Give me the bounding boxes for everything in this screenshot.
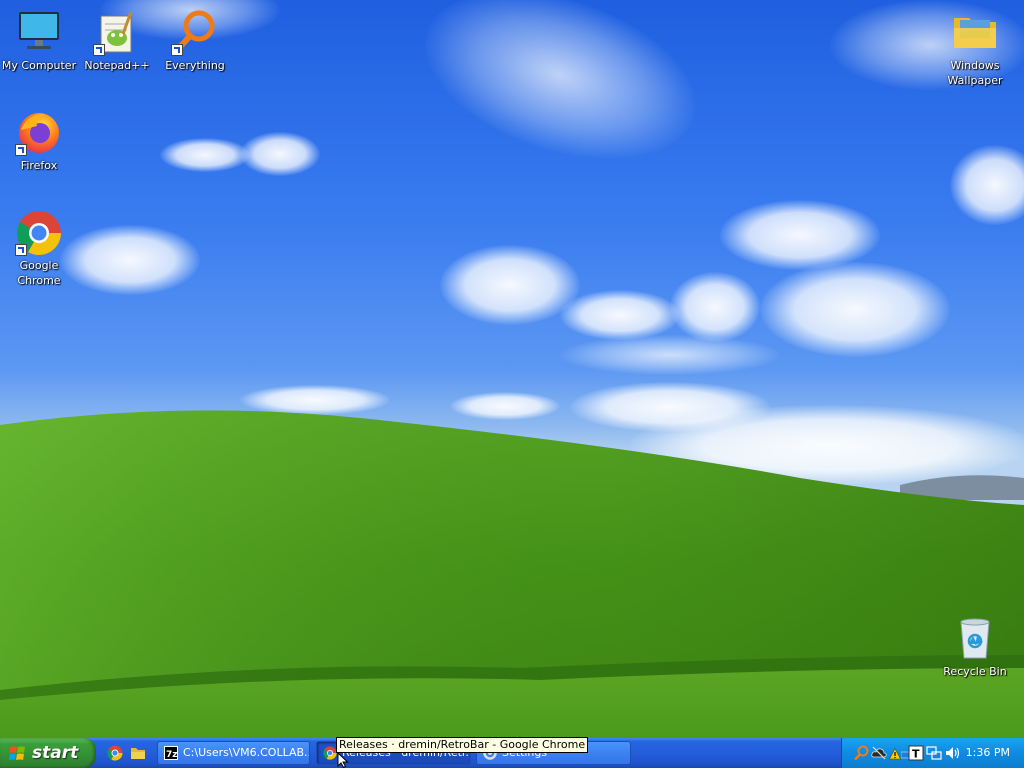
mouse-cursor-icon	[337, 752, 349, 768]
desktop-icon-windows-wallpaper[interactable]: Windows Wallpaper	[936, 8, 1014, 88]
shortcut-arrow-icon	[93, 44, 105, 56]
taskbar-tooltip: Releases · dremin/RetroBar - Google Chro…	[336, 737, 589, 753]
desktop-icon-label: Firefox	[20, 159, 58, 172]
desktop-icon-label: Google Chrome	[17, 259, 61, 287]
desktop-icon-notepadpp[interactable]: Notepad++	[78, 8, 156, 73]
start-label: start	[32, 743, 79, 763]
desktop-icon-label: My Computer	[1, 59, 77, 72]
shortcut-arrow-icon	[171, 44, 183, 56]
svg-text:7z: 7z	[166, 750, 178, 760]
desktop-icon-my-computer[interactable]: My Computer	[0, 8, 78, 73]
desktop-icon-firefox[interactable]: Firefox	[0, 108, 78, 173]
notepadpp-icon	[93, 8, 141, 56]
desktop[interactable]: My Computer Notepad++ Everything Firefox…	[0, 0, 1024, 738]
desktop-icon-everything[interactable]: Everything	[156, 8, 234, 73]
desktop-icon-label: Everything	[165, 59, 225, 72]
folder-icon[interactable]	[130, 745, 146, 761]
everything-search-icon[interactable]	[853, 745, 869, 761]
desktop-icon-label: Notepad++	[84, 59, 150, 72]
recycle-bin-icon	[951, 614, 999, 662]
desktop-icon-google-chrome[interactable]: Google Chrome	[0, 208, 78, 288]
green-hills	[0, 410, 1024, 738]
firefox-icon	[15, 108, 63, 156]
onedrive-icon[interactable]	[871, 745, 887, 761]
desktop-icon-label: Windows Wallpaper	[947, 59, 1003, 87]
chrome-icon[interactable]	[107, 745, 123, 761]
system-tray: T 1:36 PM	[841, 738, 1024, 768]
text-input-icon[interactable]: T	[908, 745, 924, 761]
chrome-icon	[323, 746, 337, 760]
everything-search-icon	[171, 8, 219, 56]
shortcut-arrow-icon	[15, 144, 27, 156]
start-button[interactable]: start	[0, 738, 96, 768]
my-computer-icon	[15, 8, 63, 56]
windows-flag-icon	[9, 746, 25, 760]
clock[interactable]: 1:36 PM	[966, 738, 1010, 768]
taskbar-button-7zip[interactable]: 7z C:\Users\VM6.COLLAB...	[157, 741, 310, 765]
network-icon[interactable]	[926, 745, 942, 761]
folder-icon	[951, 8, 999, 56]
desktop-icon-recycle-bin[interactable]: Recycle Bin	[936, 614, 1014, 679]
7zip-icon: 7z	[164, 746, 178, 760]
taskbar-button-label: C:\Users\VM6.COLLAB...	[183, 746, 310, 759]
chrome-icon	[15, 208, 63, 256]
warning-icon[interactable]	[889, 748, 901, 760]
desktop-icon-label: Recycle Bin	[943, 665, 1007, 678]
shortcut-arrow-icon	[15, 244, 27, 256]
svg-text:T: T	[912, 748, 920, 761]
volume-icon[interactable]	[944, 745, 960, 761]
